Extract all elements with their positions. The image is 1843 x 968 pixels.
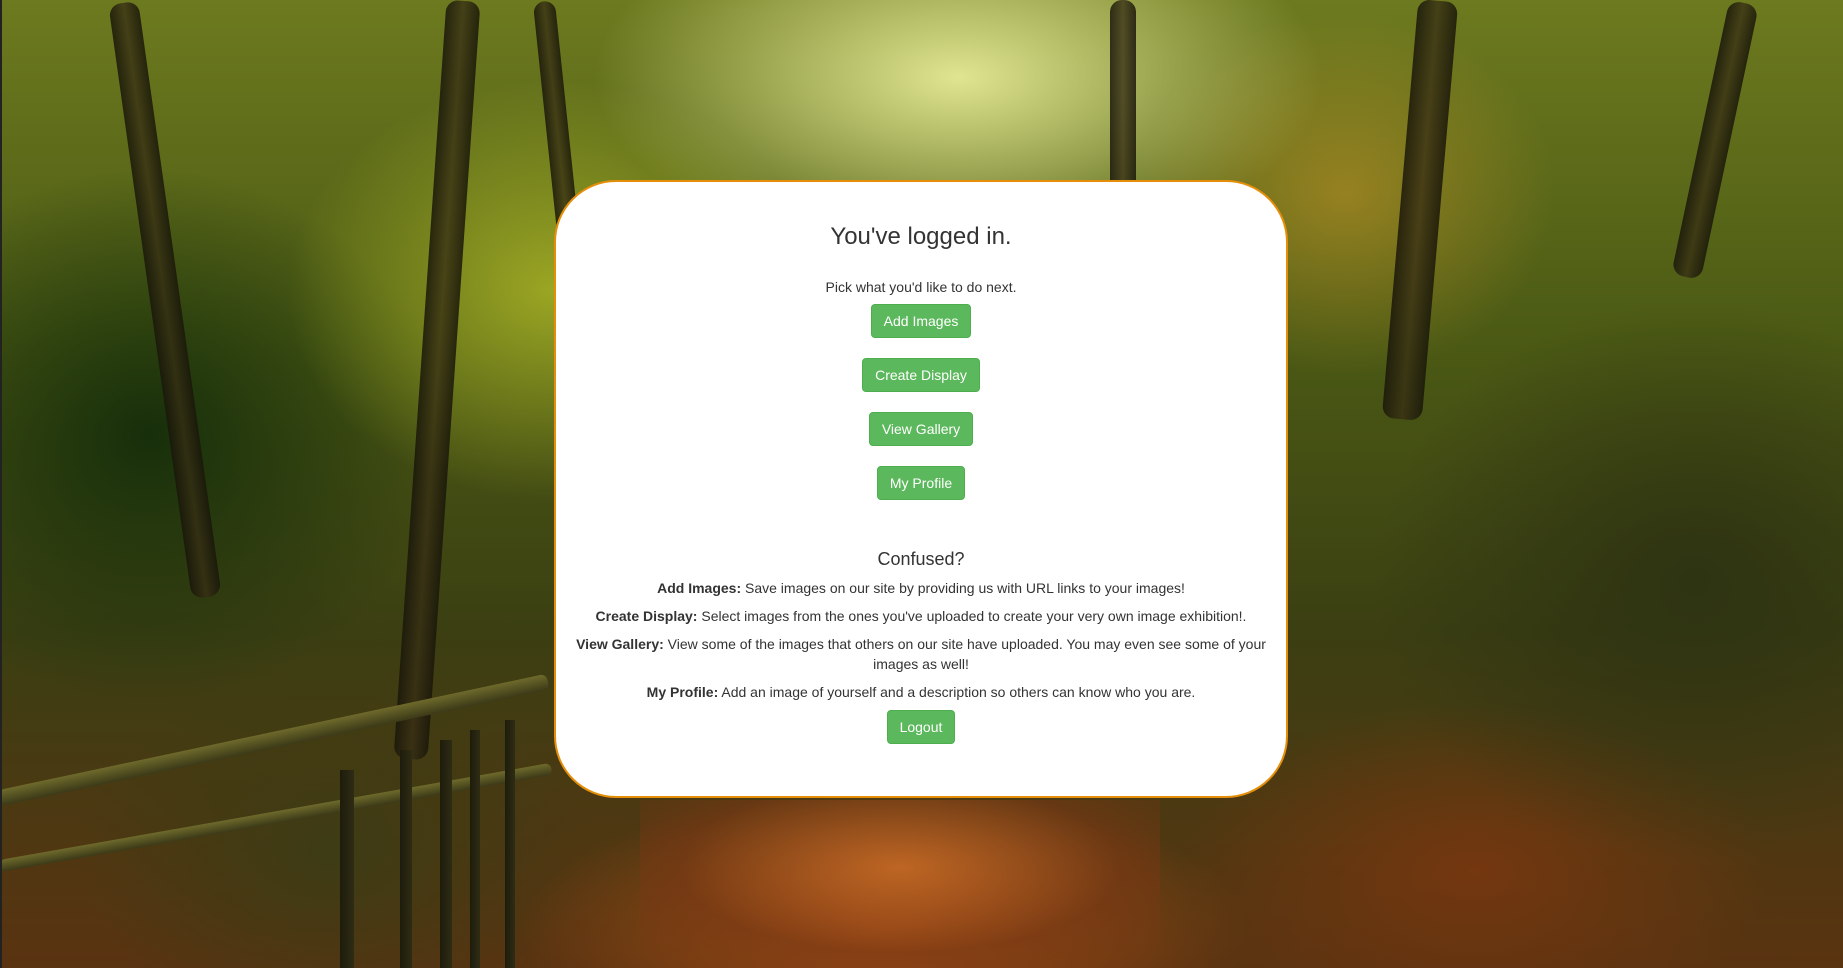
help-description: Add an image of yourself and a descripti…: [721, 684, 1196, 700]
help-term: Add Images:: [657, 580, 742, 596]
add-images-button[interactable]: Add Images: [870, 304, 972, 338]
view-gallery-button[interactable]: View Gallery: [868, 412, 974, 446]
help-term: Create Display:: [595, 608, 698, 624]
help-term: My Profile:: [646, 684, 719, 700]
fence-post: [440, 740, 452, 968]
my-profile-button[interactable]: My Profile: [876, 466, 966, 500]
help-description: View some of the images that others on o…: [667, 636, 1266, 672]
help-description: Select images from the ones you've uploa…: [701, 608, 1247, 624]
forest-path: [640, 800, 1160, 968]
window-edge: [0, 0, 2, 968]
help-item-view-gallery: View Gallery: View some of the images th…: [574, 634, 1268, 674]
tree-trunk: [393, 0, 481, 761]
login-success-card: You've logged in. Pick what you'd like t…: [554, 180, 1288, 798]
help-description: Save images on our site by providing us …: [745, 580, 1185, 596]
fence-post: [470, 730, 480, 968]
help-item-create-display: Create Display: Select images from the o…: [574, 606, 1268, 626]
help-item-add-images: Add Images: Save images on our site by p…: [574, 578, 1268, 598]
help-item-my-profile: My Profile: Add an image of yourself and…: [574, 682, 1268, 702]
logout-button[interactable]: Logout: [886, 710, 956, 744]
fence-post: [400, 750, 412, 968]
tree-trunk: [1671, 0, 1759, 281]
page-subtitle: Pick what you'd like to do next.: [825, 279, 1017, 295]
tree-trunk: [108, 0, 222, 600]
page-title: You've logged in.: [830, 223, 1012, 250]
fence-post: [505, 720, 515, 968]
fence-post: [340, 770, 354, 968]
tree-trunk: [1381, 0, 1459, 421]
help-term: View Gallery:: [576, 636, 664, 652]
create-display-button[interactable]: Create Display: [862, 358, 980, 392]
help-title: Confused?: [877, 549, 965, 569]
